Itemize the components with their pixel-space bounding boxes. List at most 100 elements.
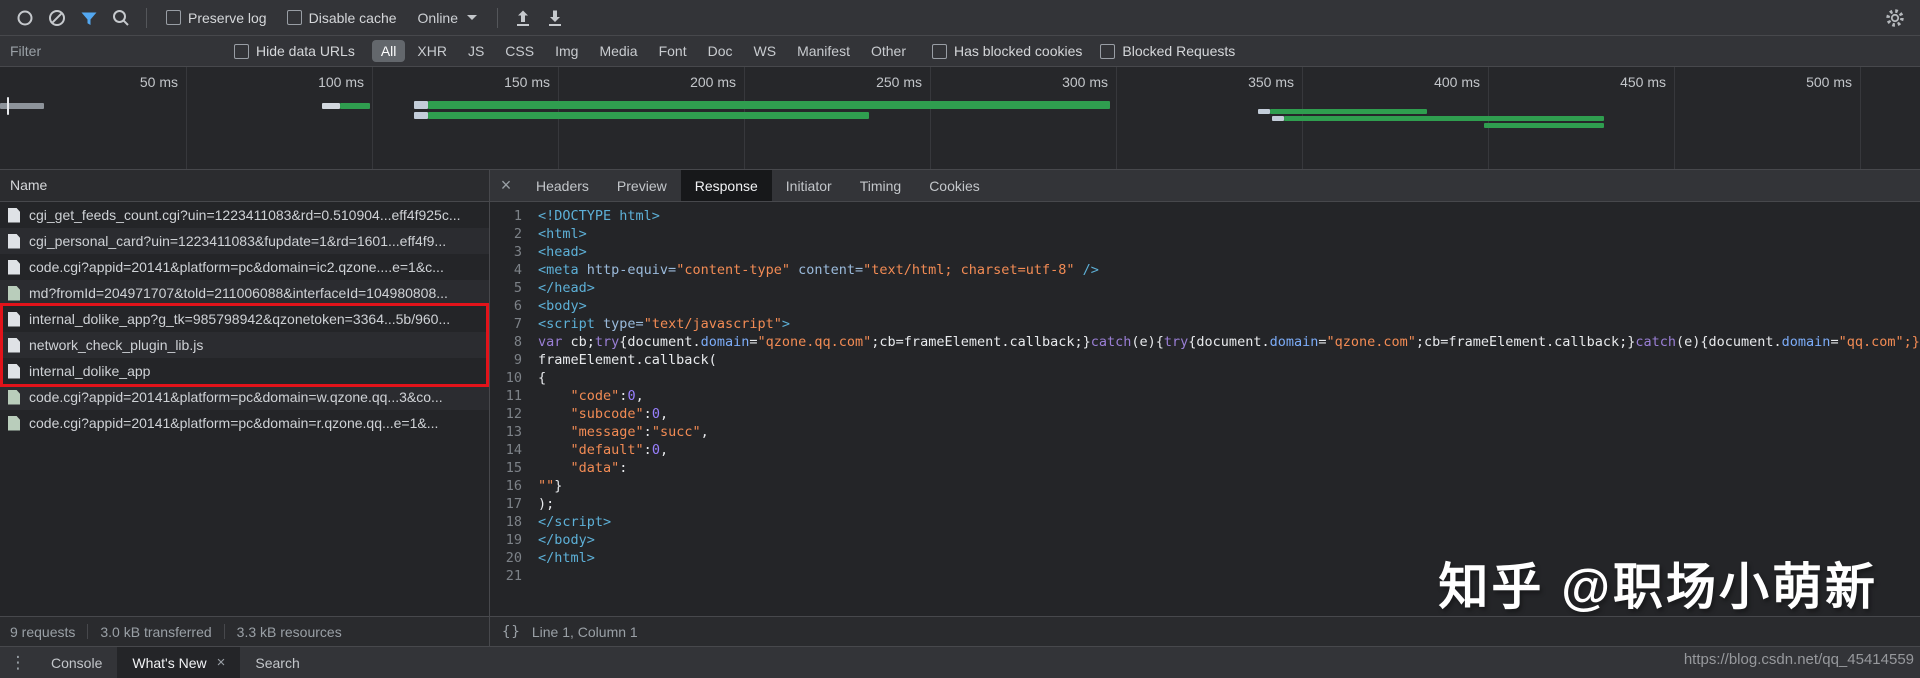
- request-name: cgi_personal_card?uin=1223411083&fupdate…: [29, 233, 489, 249]
- close-detail-button[interactable]: ×: [490, 170, 522, 201]
- type-filter-img[interactable]: Img: [546, 40, 587, 62]
- record-icon: [15, 8, 35, 28]
- editor-status: {} Line 1, Column 1: [490, 617, 638, 646]
- clear-button[interactable]: [42, 5, 72, 31]
- drawer-tab-search[interactable]: Search: [240, 647, 314, 678]
- line-number: 11: [490, 387, 538, 405]
- line-number: 6: [490, 297, 538, 315]
- type-filter-manifest[interactable]: Manifest: [788, 40, 859, 62]
- document-file-icon: [8, 338, 20, 353]
- status-separator: [224, 624, 225, 639]
- code-line: 14 "default":0,: [490, 441, 1920, 459]
- line-number: 21: [490, 567, 538, 585]
- request-row[interactable]: internal_dolike_app?g_tk=985798942&qzone…: [0, 306, 489, 332]
- type-filter-js[interactable]: JS: [459, 40, 493, 62]
- timeline-tick-label: 350 ms: [1186, 74, 1294, 90]
- line-number: 12: [490, 405, 538, 423]
- filter-toggle-button[interactable]: [74, 5, 104, 31]
- request-name: network_check_plugin_lib.js: [29, 337, 489, 353]
- disable-cache-checkbox[interactable]: Disable cache: [287, 10, 397, 26]
- tab-response[interactable]: Response: [681, 170, 772, 201]
- hide-data-urls-label: Hide data URLs: [256, 43, 355, 59]
- has-blocked-cookies-checkbox-input[interactable]: [932, 44, 947, 59]
- request-name: internal_dolike_app: [29, 363, 489, 379]
- code-lines: 1<!DOCTYPE html>2<html>3<head>4<meta htt…: [490, 207, 1920, 585]
- type-filter-doc[interactable]: Doc: [699, 40, 742, 62]
- search-button[interactable]: [106, 5, 136, 31]
- blocked-requests-checkbox-input[interactable]: [1100, 44, 1115, 59]
- timeline-tick-label: 200 ms: [628, 74, 736, 90]
- script-file-icon: [8, 416, 20, 431]
- close-icon[interactable]: ×: [217, 654, 226, 671]
- filter-input[interactable]: [10, 43, 225, 59]
- tab-timing[interactable]: Timing: [846, 170, 916, 201]
- request-row[interactable]: cgi_personal_card?uin=1223411083&fupdate…: [0, 228, 489, 254]
- line-number: 10: [490, 369, 538, 387]
- document-file-icon: [8, 260, 20, 275]
- request-name: cgi_get_feeds_count.cgi?uin=1223411083&r…: [29, 207, 489, 223]
- request-row[interactable]: internal_dolike_app: [0, 358, 489, 384]
- throttling-select[interactable]: Online: [418, 10, 477, 26]
- code-line: 17);: [490, 495, 1920, 513]
- network-toolbar: Preserve log Disable cache Online: [0, 0, 1920, 36]
- throttling-value: Online: [418, 10, 458, 26]
- requests-panel: Name cgi_get_feeds_count.cgi?uin=1223411…: [0, 170, 490, 616]
- line-number: 13: [490, 423, 538, 441]
- request-name: code.cgi?appid=20141&platform=pc&domain=…: [29, 389, 489, 405]
- timeline-tick-label: 300 ms: [1000, 74, 1108, 90]
- waterfall-bar: [1484, 123, 1604, 128]
- timeline-overview[interactable]: 50 ms100 ms150 ms200 ms250 ms300 ms350 m…: [0, 67, 1920, 170]
- import-har-button[interactable]: [508, 5, 538, 31]
- script-file-icon: [8, 390, 20, 405]
- type-filter-all[interactable]: All: [372, 40, 406, 62]
- type-filter-css[interactable]: CSS: [496, 40, 543, 62]
- timeline-tick-label: 500 ms: [1744, 74, 1852, 90]
- toolbar-separator: [146, 8, 147, 28]
- request-name: internal_dolike_app?g_tk=985798942&qzone…: [29, 311, 489, 327]
- line-number: 17: [490, 495, 538, 513]
- hide-data-urls-checkbox[interactable]: Hide data URLs: [234, 43, 355, 59]
- drawer-tab-console[interactable]: Console: [36, 647, 117, 678]
- requests-count: 9 requests: [10, 624, 75, 640]
- name-column-header[interactable]: Name: [0, 170, 489, 202]
- tab-headers[interactable]: Headers: [522, 170, 603, 201]
- kebab-menu-icon[interactable]: ⋮: [0, 647, 36, 678]
- toolbar-separator: [497, 8, 498, 28]
- preserve-log-checkbox-input[interactable]: [166, 10, 181, 25]
- type-filter-font[interactable]: Font: [650, 40, 696, 62]
- drawer-tab-what-s-new[interactable]: What's New×: [117, 647, 240, 678]
- type-filter-other[interactable]: Other: [862, 40, 915, 62]
- request-row[interactable]: code.cgi?appid=20141&platform=pc&domain=…: [0, 384, 489, 410]
- hide-data-urls-checkbox-input[interactable]: [234, 44, 249, 59]
- settings-gear-button[interactable]: [1880, 5, 1910, 31]
- format-braces-icon[interactable]: {}: [502, 624, 521, 640]
- request-row[interactable]: network_check_plugin_lib.js: [0, 332, 489, 358]
- code-line: 12 "subcode":0,: [490, 405, 1920, 423]
- type-filter-xhr[interactable]: XHR: [408, 40, 456, 62]
- code-line: 10{: [490, 369, 1920, 387]
- export-har-button[interactable]: [540, 5, 570, 31]
- disable-cache-label: Disable cache: [309, 10, 397, 26]
- preserve-log-checkbox[interactable]: Preserve log: [166, 10, 267, 26]
- code-line: 18</script>: [490, 513, 1920, 531]
- request-row[interactable]: cgi_get_feeds_count.cgi?uin=1223411083&r…: [0, 202, 489, 228]
- tab-initiator[interactable]: Initiator: [772, 170, 846, 201]
- code-line: 1<!DOCTYPE html>: [490, 207, 1920, 225]
- disable-cache-checkbox-input[interactable]: [287, 10, 302, 25]
- record-button[interactable]: [10, 5, 40, 31]
- type-filter-ws[interactable]: WS: [745, 40, 786, 62]
- tab-cookies[interactable]: Cookies: [915, 170, 994, 201]
- request-row[interactable]: md?fromId=204971707&told=211006088&inter…: [0, 280, 489, 306]
- blocked-requests-checkbox[interactable]: Blocked Requests: [1100, 43, 1235, 59]
- has-blocked-cookies-checkbox[interactable]: Has blocked cookies: [932, 43, 1082, 59]
- upload-arrow-icon: [513, 8, 533, 28]
- timeline-gridline: [186, 67, 187, 169]
- code-line: 9frameElement.callback(: [490, 351, 1920, 369]
- tab-preview[interactable]: Preview: [603, 170, 681, 201]
- type-filter-media[interactable]: Media: [590, 40, 646, 62]
- drawer-tabs: ConsoleWhat's New×Search: [36, 647, 315, 678]
- request-row[interactable]: code.cgi?appid=20141&platform=pc&domain=…: [0, 410, 489, 436]
- waterfall-bar: [414, 112, 428, 119]
- request-row[interactable]: code.cgi?appid=20141&platform=pc&domain=…: [0, 254, 489, 280]
- status-separator: [87, 624, 88, 639]
